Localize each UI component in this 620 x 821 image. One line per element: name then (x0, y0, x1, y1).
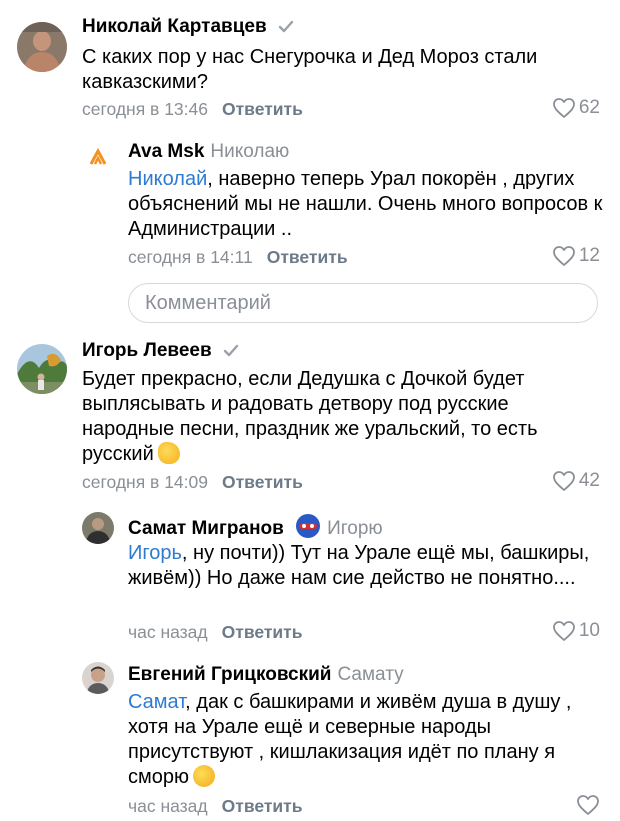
like-button[interactable]: 10 (552, 620, 600, 642)
avatar[interactable] (17, 22, 67, 72)
mention-link[interactable]: Самат (128, 691, 185, 713)
ava-logo-icon (89, 147, 107, 165)
like-button[interactable]: 62 (552, 97, 600, 119)
verified-check-icon (278, 20, 294, 33)
reply-to-label[interactable]: Николаю (210, 141, 289, 162)
like-count: 42 (578, 470, 600, 491)
comment-time: час назад (128, 796, 208, 816)
comment-text: Самат, дак с башкирами и живём душа в ду… (128, 691, 572, 788)
reply-to-label[interactable]: Игорю (327, 518, 383, 539)
comment-time: сегодня в 13:46 (82, 99, 208, 119)
like-count: 12 (578, 245, 600, 266)
ok-hand-emoji-icon (157, 442, 180, 464)
comment-text: Николай, наверно теперь Урал покорён , д… (128, 168, 603, 240)
comment-meta: час назад Ответить (128, 622, 303, 643)
avatar[interactable] (82, 512, 114, 544)
avatar[interactable] (17, 344, 67, 394)
heart-icon (552, 621, 575, 641)
reply-to-label[interactable]: Самату (337, 664, 403, 685)
reply-button[interactable]: Ответить (222, 99, 303, 119)
smirk-emoji-icon (193, 765, 215, 787)
avatar[interactable] (82, 662, 114, 694)
comment-author[interactable]: Николай Картавцев (82, 16, 294, 38)
comment-meta: сегодня в 14:09 Ответить (82, 472, 303, 493)
reply-button[interactable]: Ответить (222, 796, 303, 816)
comment-author[interactable]: Самат Мигранов Игорю (128, 513, 383, 540)
comment-text: Игорь, ну почти)) Тут на Урале ещё мы, б… (128, 542, 590, 589)
comment-input[interactable] (128, 283, 598, 323)
like-button[interactable]: 42 (552, 470, 600, 492)
like-count: 10 (578, 620, 600, 641)
verified-check-icon (223, 344, 239, 357)
mention-link[interactable]: Игорь (128, 542, 182, 564)
comment-author[interactable]: Евгений Грицковский Самату (128, 664, 404, 686)
heart-icon (552, 471, 575, 491)
comment-author[interactable]: Ava Msk Николаю (128, 141, 289, 163)
like-button[interactable] (576, 794, 600, 816)
heart-icon (552, 98, 575, 118)
like-count: 62 (578, 97, 600, 118)
comment-meta: сегодня в 14:11 Ответить (128, 247, 348, 268)
comment-meta: сегодня в 13:46 Ответить (82, 99, 303, 120)
comment-time: сегодня в 14:11 (128, 247, 253, 267)
heart-icon (577, 795, 599, 815)
heart-icon (552, 246, 575, 266)
avatar[interactable] (82, 140, 114, 172)
reply-button[interactable]: Ответить (267, 247, 348, 267)
reply-button[interactable]: Ответить (222, 622, 303, 642)
comment-time: час назад (128, 622, 208, 642)
like-button[interactable]: 12 (552, 245, 600, 267)
reply-button[interactable]: Ответить (222, 472, 303, 492)
comment-text: Будет прекрасно, если Дедушка с Дочкой б… (82, 368, 538, 465)
mention-link[interactable]: Николай (128, 168, 207, 190)
comment-author[interactable]: Игорь Левеев (82, 340, 239, 362)
comment-text: С каких пор у нас Снегурочка и Дед Мороз… (82, 46, 538, 93)
comment-meta: час назад Ответить (128, 796, 303, 817)
comment-time: сегодня в 14:09 (82, 472, 208, 492)
superhero-badge-icon (296, 514, 321, 538)
